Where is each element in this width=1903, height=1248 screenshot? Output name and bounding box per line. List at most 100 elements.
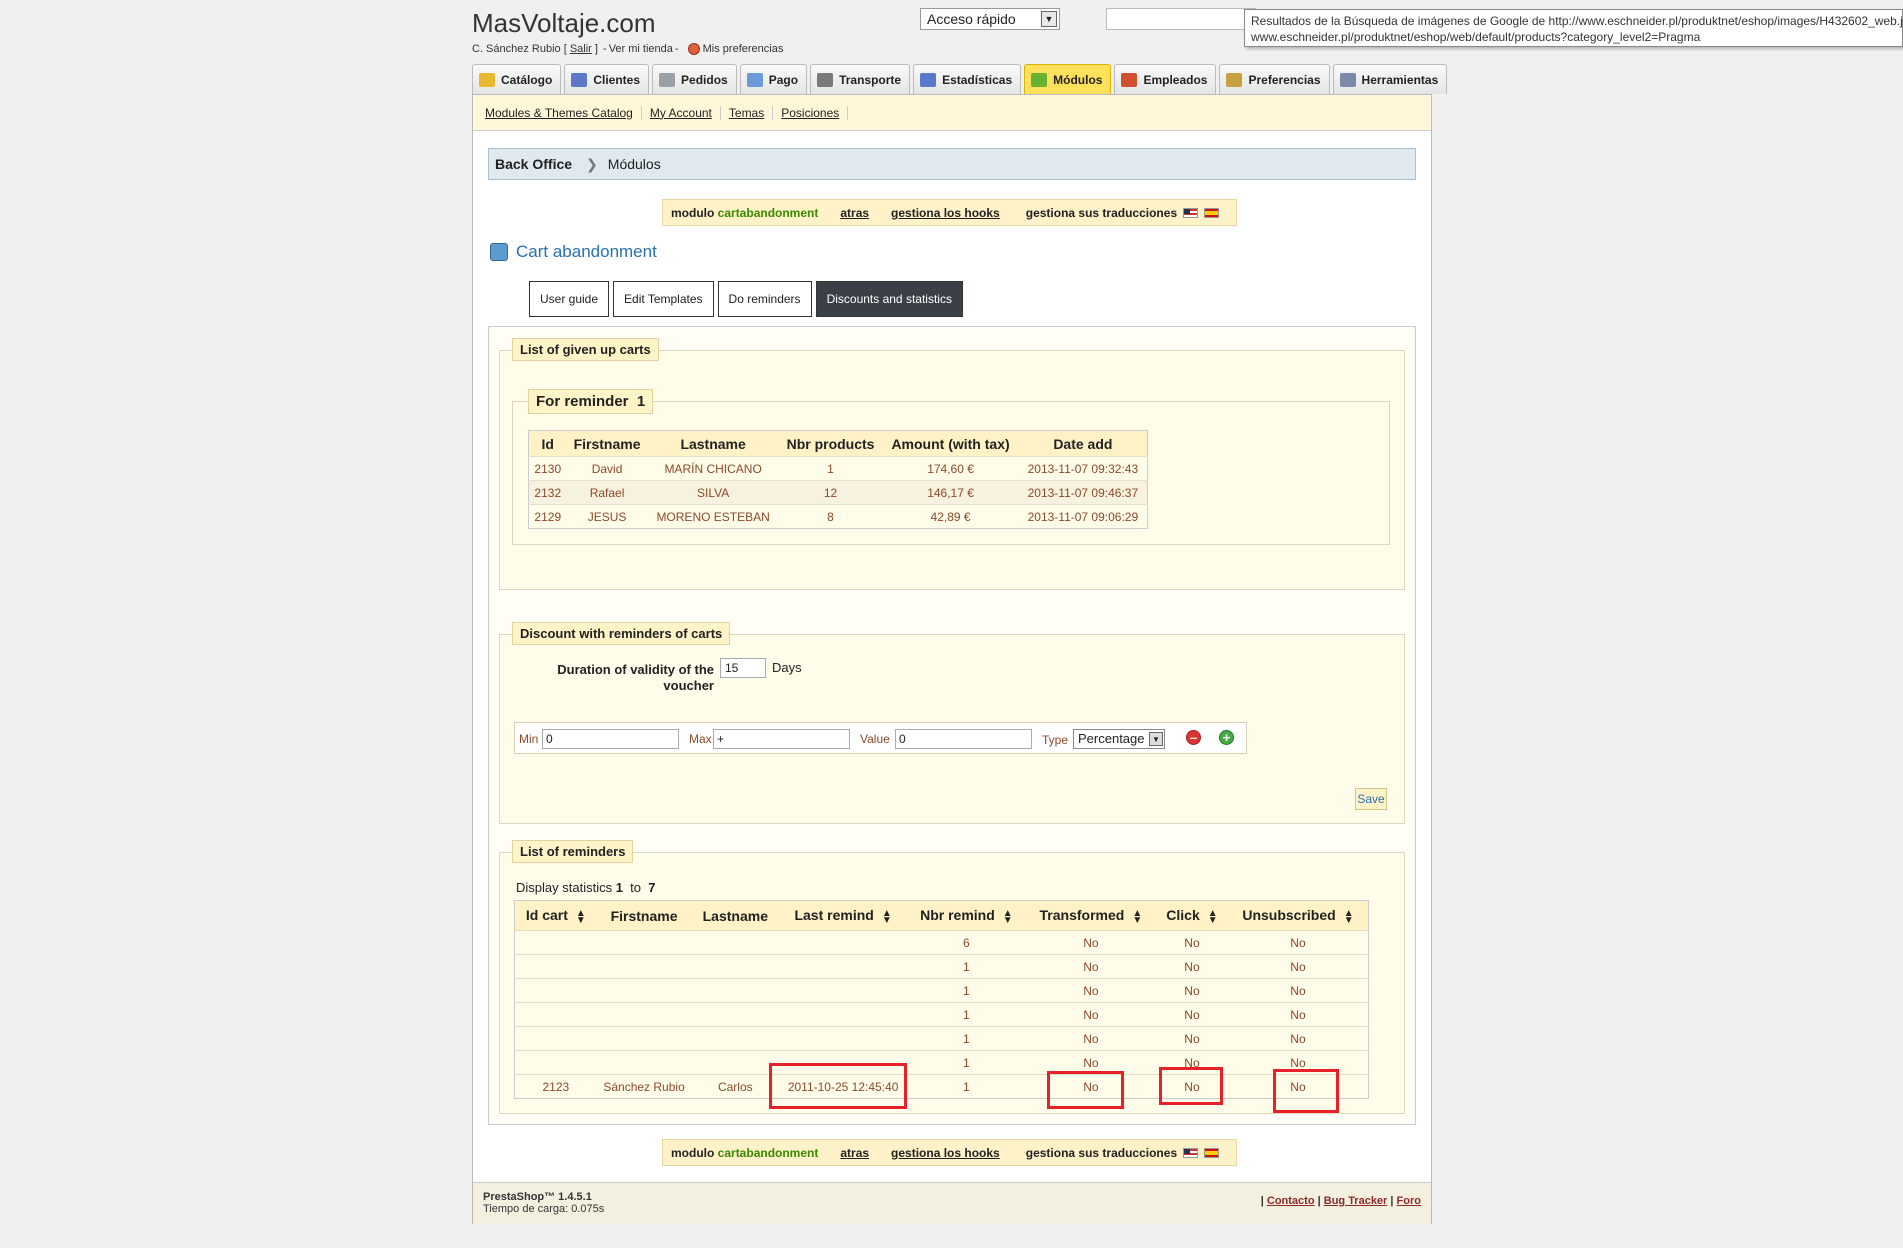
- table-cell: 42,89 €: [882, 504, 1019, 529]
- table-cell: 174,60 €: [882, 456, 1019, 481]
- footer-link-forum[interactable]: Foro: [1397, 1195, 1421, 1207]
- flag-us-icon[interactable]: [1183, 1147, 1199, 1158]
- remove-range-icon[interactable]: –: [1186, 730, 1201, 745]
- display-from: 1: [615, 880, 623, 895]
- tab-do-reminders[interactable]: Do reminders: [717, 281, 812, 317]
- reminders-col-unsubscribed[interactable]: Unsubscribed ▲ ▼: [1227, 900, 1369, 931]
- table-cell: David: [566, 456, 648, 481]
- save-button[interactable]: Save: [1355, 788, 1387, 810]
- reminders-col-click[interactable]: Click ▲ ▼: [1155, 900, 1228, 931]
- flag-us-icon[interactable]: [1183, 207, 1199, 218]
- table-cell: No: [1025, 954, 1156, 979]
- reminders-col-transformed[interactable]: Transformed ▲ ▼: [1025, 900, 1156, 931]
- table-cell: [779, 978, 907, 1003]
- max-input[interactable]: +: [713, 729, 850, 749]
- tab-label: Pago: [768, 72, 799, 87]
- logout-link[interactable]: Salir: [570, 43, 592, 55]
- table-cell: 1: [907, 1050, 1026, 1075]
- reminders-col-firstname[interactable]: Firstname: [596, 900, 692, 931]
- table-cell: 1: [907, 1002, 1026, 1027]
- tab-estad-sticas[interactable]: Estadísticas: [913, 64, 1022, 94]
- subnav-modules-themes-catalog[interactable]: Modules & Themes Catalog: [479, 105, 642, 120]
- sort-icon[interactable]: ▲ ▼: [882, 908, 892, 925]
- tab-preferencias[interactable]: Preferencias: [1219, 64, 1330, 94]
- table-cell: No: [1155, 1002, 1228, 1027]
- table-cell: 2132: [528, 480, 567, 505]
- table-cell: 2123: [514, 1074, 597, 1099]
- module-title-text: Cart abandonment: [516, 242, 657, 261]
- quick-access-select[interactable]: Acceso rápido ▼: [920, 8, 1060, 30]
- back-link[interactable]: atras: [840, 206, 869, 220]
- tab-discounts-statistics[interactable]: Discounts and statistics: [815, 281, 963, 317]
- search-input[interactable]: [1106, 8, 1256, 30]
- type-select[interactable]: Percentage ▼: [1073, 729, 1165, 749]
- table-cell: 2013-11-07 09:46:37: [1018, 480, 1148, 505]
- breadcrumb-root[interactable]: Back Office: [495, 156, 572, 172]
- min-input[interactable]: 0: [542, 729, 679, 749]
- table-row: 1 No No No: [514, 1050, 1369, 1075]
- chevron-down-icon[interactable]: ▼: [1041, 11, 1057, 27]
- table-cell: 1: [907, 1026, 1026, 1051]
- reminders-col-last-remind[interactable]: Last remind ▲ ▼: [779, 900, 907, 931]
- value-input[interactable]: 0: [895, 729, 1032, 749]
- table-cell: No: [1227, 1002, 1369, 1027]
- tab-label: Catálogo: [501, 72, 553, 87]
- table-cell: No: [1025, 930, 1156, 955]
- reminders-col-lastname[interactable]: Lastname: [691, 900, 780, 931]
- manage-hooks-link[interactable]: gestiona los hooks: [891, 1146, 1000, 1160]
- table-cell: No: [1025, 978, 1156, 1003]
- footer: PrestaShop™ 1.4.5.1 Tiempo de carga: 0.0…: [473, 1182, 1431, 1224]
- estad-sticas-icon: [920, 72, 937, 87]
- footer-link-contact[interactable]: Contacto: [1267, 1195, 1315, 1207]
- module-prefix: modulo: [671, 1145, 715, 1160]
- module-prefix: modulo: [671, 205, 715, 220]
- manage-hooks-link[interactable]: gestiona los hooks: [891, 206, 1000, 220]
- table-cell: 2130: [528, 456, 567, 481]
- tab-herramientas[interactable]: Herramientas: [1332, 64, 1448, 94]
- back-link[interactable]: atras: [840, 1146, 869, 1160]
- tab-pedidos[interactable]: Pedidos: [652, 64, 737, 94]
- tooltip-line-1: Resultados de la Búsqueda de imágenes de…: [1251, 14, 1903, 28]
- reminders-col-id-cart[interactable]: Id cart ▲ ▼: [514, 900, 597, 931]
- footer-link-bug-tracker[interactable]: Bug Tracker: [1324, 1195, 1388, 1207]
- table-cell: [691, 1002, 780, 1027]
- sort-icon[interactable]: ▲ ▼: [576, 908, 586, 925]
- table-cell: [779, 1026, 907, 1051]
- tab-clientes[interactable]: Clientes: [564, 64, 650, 94]
- table-cell: 6: [907, 930, 1026, 955]
- tab-transporte[interactable]: Transporte: [810, 64, 911, 94]
- tab-empleados[interactable]: Empleados: [1114, 64, 1217, 94]
- subnav-posiciones[interactable]: Posiciones: [773, 105, 849, 120]
- tab-edit-templates[interactable]: Edit Templates: [613, 281, 714, 317]
- display-statistics: Display statistics 1 to 7: [516, 880, 655, 895]
- table-cell: SILVA: [647, 480, 779, 505]
- manage-translations-label: gestiona sus traducciones: [1025, 1145, 1178, 1160]
- view-store-link[interactable]: Ver mi tienda: [609, 43, 673, 55]
- given-up-carts-legend: List of given up carts: [512, 338, 659, 361]
- tab-cat-logo[interactable]: Catálogo: [472, 64, 562, 94]
- chevron-down-icon[interactable]: ▼: [1149, 732, 1163, 746]
- sort-icon[interactable]: ▲ ▼: [1003, 908, 1013, 925]
- table-cell: [691, 954, 780, 979]
- sort-icon[interactable]: ▲ ▼: [1132, 908, 1142, 925]
- add-range-icon[interactable]: +: [1219, 730, 1234, 745]
- tab-label: Herramientas: [1361, 72, 1439, 87]
- pedidos-icon: [659, 72, 676, 87]
- flag-es-icon[interactable]: [1204, 207, 1220, 218]
- column-label: Nbr remind: [920, 907, 995, 924]
- table-cell: 2129: [528, 504, 567, 529]
- tab-m-dulos[interactable]: Módulos: [1024, 64, 1112, 94]
- sort-icon[interactable]: ▲ ▼: [1344, 908, 1354, 925]
- reminders-col-nbr-remind[interactable]: Nbr remind ▲ ▼: [907, 900, 1026, 931]
- tab-user-guide[interactable]: User guide: [529, 281, 610, 317]
- table-row: 1 No No No: [514, 1026, 1369, 1051]
- sort-icon[interactable]: ▲ ▼: [1208, 908, 1218, 925]
- preferences-link[interactable]: Mis preferencias: [703, 43, 784, 55]
- reminders-table: Id cart ▲ ▼ Firstname Lastname Last remind ▲ ▼ N…: [514, 900, 1369, 1099]
- tab-pago[interactable]: Pago: [739, 64, 808, 94]
- tooltip-line-2: www.eschneider.pl/produktnet/eshop/web/d…: [1251, 30, 1701, 44]
- subnav-my-account[interactable]: My Account: [642, 105, 721, 120]
- flag-es-icon[interactable]: [1204, 1147, 1220, 1158]
- duration-input[interactable]: 15: [720, 658, 766, 678]
- subnav-temas[interactable]: Temas: [721, 105, 774, 120]
